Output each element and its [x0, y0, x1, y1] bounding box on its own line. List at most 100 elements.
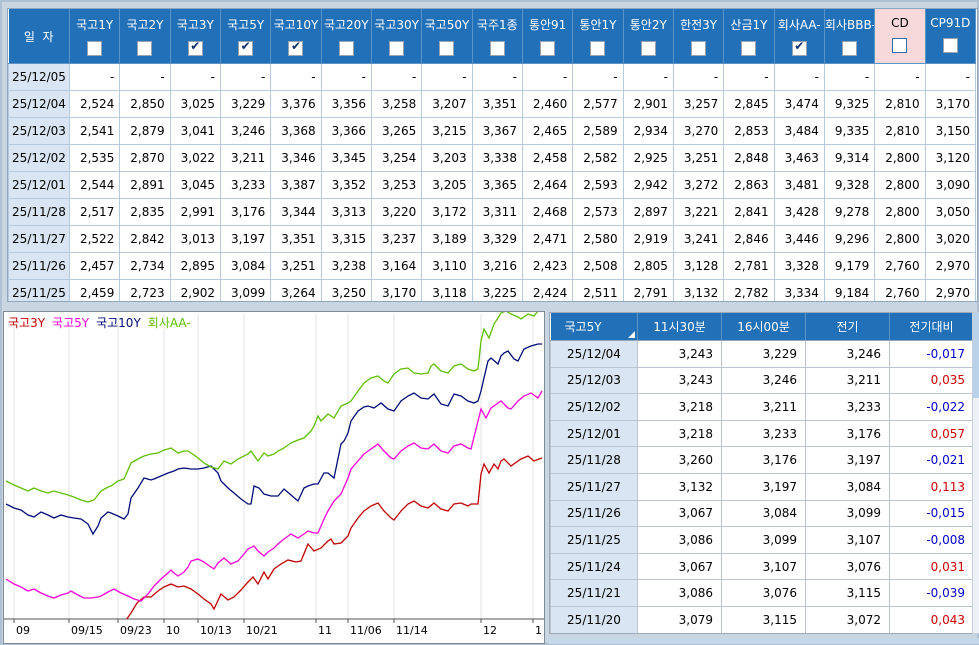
- column-checkbox[interactable]: [238, 41, 254, 56]
- column-header-4[interactable]: 국고5Y: [220, 9, 272, 64]
- column-label: 국고5Y: [227, 18, 265, 32]
- value-cell: -: [471, 63, 523, 91]
- x-tick-label: 09/15: [71, 624, 103, 637]
- x-tick-label: 10/21: [246, 624, 278, 637]
- value-cell: 3,050: [924, 198, 977, 226]
- column-checkbox[interactable]: [439, 41, 455, 56]
- table-row: 25/12/05- - - - - - - - - - - - - - - - - -: [8, 63, 977, 91]
- column-checkbox[interactable]: [489, 41, 505, 56]
- bond-yield-window: 일 자 국고1Y 국고2Y 국고3Y 국고5Y 국고10Y 국고20Y 국고30Y 국고50Y…: [0, 0, 979, 645]
- column-checkbox[interactable]: [187, 41, 203, 56]
- value-cell: 3,220: [370, 198, 423, 226]
- column-checkbox[interactable]: [691, 41, 707, 56]
- column-header-17[interactable]: CD: [874, 9, 926, 64]
- column-header-15[interactable]: 회사AA-: [774, 9, 825, 64]
- prev-cell: 3,197: [805, 446, 890, 474]
- intraday-column-header[interactable]: 전기대비: [889, 313, 973, 341]
- t1600-cell: 3,211: [721, 393, 806, 421]
- value-cell: -: [874, 63, 926, 91]
- column-checkbox[interactable]: [842, 41, 858, 56]
- value-cell: -: [622, 63, 674, 91]
- value-cell: 2,577: [572, 90, 624, 118]
- value-cell: 3,484: [773, 117, 825, 145]
- diff-cell: -0,015: [889, 499, 973, 528]
- column-checkbox[interactable]: [137, 41, 153, 56]
- value-cell: 2,805: [622, 252, 674, 280]
- value-cell: 3,328: [773, 252, 825, 280]
- value-cell: 3,352: [320, 171, 372, 199]
- column-header-10[interactable]: 통안91: [522, 9, 574, 64]
- value-cell: 3,241: [672, 225, 725, 253]
- value-cell: 3,215: [421, 117, 473, 145]
- column-checkbox[interactable]: [942, 38, 958, 53]
- value-cell: 3,345: [320, 144, 372, 172]
- column-header-6[interactable]: 국고20Y: [321, 9, 372, 64]
- value-cell: 2,791: [622, 279, 674, 301]
- value-cell: 3,258: [370, 90, 423, 118]
- value-cell: 3,013: [169, 225, 221, 253]
- value-cell: 2,535: [68, 144, 121, 172]
- value-cell: 3,367: [471, 117, 523, 145]
- column-header-11[interactable]: 통안1Y: [572, 9, 624, 64]
- column-checkbox[interactable]: [791, 41, 807, 56]
- value-cell: 2,835: [119, 198, 171, 226]
- column-header-18[interactable]: CP91D: [925, 9, 977, 64]
- value-cell: 2,423: [521, 252, 574, 280]
- column-checkbox[interactable]: [338, 41, 354, 56]
- value-cell: 2,457: [68, 252, 121, 280]
- column-header-9[interactable]: 국주1종: [472, 9, 523, 64]
- value-cell: 2,902: [169, 279, 221, 301]
- x-tick-label: 12: [483, 624, 497, 637]
- intraday-row: 25/11/20 3,079 3,115 3,072 0,043: [550, 605, 973, 633]
- t1600-cell: 3,099: [721, 526, 806, 554]
- prev-cell: 3,099: [805, 499, 890, 528]
- sort-column-header[interactable]: 국고5Y: [550, 313, 638, 341]
- value-cell: 3,084: [219, 252, 272, 280]
- horizontal-scrollbar[interactable]: [549, 638, 979, 644]
- value-cell: 3,099: [219, 279, 272, 301]
- value-cell: 3,428: [773, 198, 825, 226]
- column-checkbox[interactable]: [590, 41, 606, 56]
- date-column-header[interactable]: 일 자: [8, 9, 70, 64]
- column-checkbox[interactable]: [87, 41, 103, 56]
- column-header-8[interactable]: 국고50Y: [421, 9, 473, 64]
- date-cell: 25/11/24: [550, 552, 638, 581]
- vertical-scrollbar-thumb[interactable]: [973, 313, 979, 398]
- value-cell: 2,934: [622, 117, 674, 145]
- value-cell: 3,264: [270, 279, 322, 301]
- column-header-12[interactable]: 통안2Y: [623, 9, 674, 64]
- column-checkbox[interactable]: [741, 41, 757, 56]
- column-checkbox[interactable]: [892, 38, 908, 53]
- intraday-row: 25/11/26 3,067 3,084 3,099 -0,015: [550, 499, 973, 528]
- intraday-column-header[interactable]: 11시30분: [637, 313, 722, 341]
- column-checkbox[interactable]: [288, 41, 304, 56]
- value-cell: 3,313: [320, 198, 372, 226]
- legend-item: 국고10Y: [96, 316, 141, 330]
- column-checkbox[interactable]: [640, 41, 656, 56]
- t1130-cell: 3,086: [637, 526, 722, 554]
- column-header-1[interactable]: 국고1Y: [69, 9, 121, 64]
- intraday-column-header[interactable]: 16시00분: [721, 313, 806, 341]
- date-cell: 25/12/03: [550, 366, 638, 395]
- date-cell: 25/12/01: [550, 419, 638, 448]
- column-header-13[interactable]: 한전3Y: [673, 9, 725, 64]
- column-checkbox[interactable]: [389, 41, 405, 56]
- vertical-scrollbar[interactable]: [972, 312, 979, 634]
- column-header-2[interactable]: 국고2Y: [119, 9, 171, 64]
- column-header-16[interactable]: 회사BBB-: [824, 9, 876, 64]
- t1130-cell: 3,086: [637, 579, 722, 607]
- column-label: 회사BBB-: [824, 18, 875, 32]
- intraday-column-header[interactable]: 전기: [805, 313, 890, 341]
- value-cell: 2,734: [119, 252, 171, 280]
- column-header-7[interactable]: 국고30Y: [371, 9, 423, 64]
- column-header-3[interactable]: 국고3Y: [170, 9, 221, 64]
- column-header-14[interactable]: 산금1Y: [723, 9, 775, 64]
- value-cell: 3,334: [773, 279, 825, 301]
- intraday-row: 25/12/03 3,243 3,246 3,211 0,035: [550, 366, 973, 395]
- column-checkbox[interactable]: [540, 41, 556, 56]
- value-cell: 3,150: [924, 117, 977, 145]
- value-cell: 3,338: [471, 144, 523, 172]
- value-cell: 3,216: [471, 252, 523, 280]
- intraday-row: 25/11/24 3,067 3,107 3,076 0,031: [550, 552, 973, 581]
- column-header-5[interactable]: 국고10Y: [270, 9, 322, 64]
